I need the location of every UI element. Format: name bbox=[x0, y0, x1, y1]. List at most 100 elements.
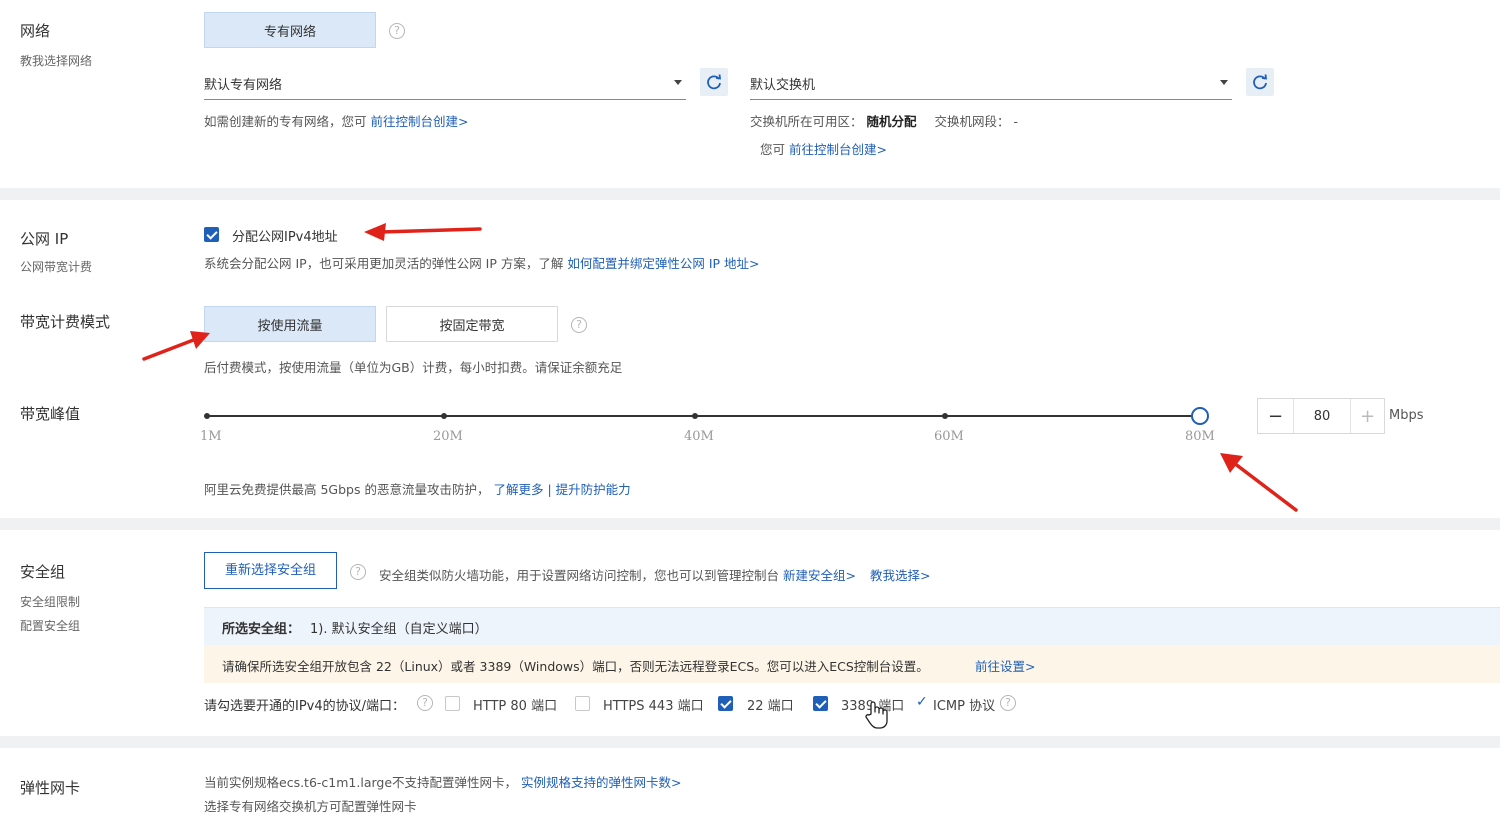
help-icon[interactable]: ? bbox=[350, 564, 366, 580]
slider-tick bbox=[692, 413, 698, 419]
decrement-button[interactable]: − bbox=[1258, 399, 1294, 433]
refresh-icon bbox=[707, 74, 722, 90]
tab-pay-by-traffic-label: 按使用流量 bbox=[257, 318, 323, 334]
port-22-checkbox[interactable] bbox=[718, 696, 733, 711]
port-3389-label[interactable]: 3389 端口 bbox=[841, 695, 904, 714]
port-3389-checkbox[interactable] bbox=[813, 696, 828, 711]
security-group-title: 安全组 bbox=[20, 563, 66, 581]
vpc-type-tab[interactable]: 专有网络 bbox=[204, 12, 376, 48]
eni-title: 弹性网卡 bbox=[20, 779, 81, 797]
billing-desc: 后付费模式，按使用流量（单位为GB）计费，每小时扣费。请保证余额充足 bbox=[204, 360, 623, 375]
help-icon[interactable]: ? bbox=[417, 695, 433, 711]
public-ip-desc: 系统会分配公网 IP，也可采用更加灵活的弹性公网 IP 方案，了解 如何配置并绑… bbox=[204, 253, 760, 272]
vswitch-hint-text: 您可 bbox=[760, 142, 786, 157]
vpc-refresh-button[interactable] bbox=[700, 68, 728, 96]
eip-guide-link[interactable]: 如何配置并绑定弹性公网 IP 地址> bbox=[567, 256, 759, 271]
icmp-label: ICMP 协议 bbox=[933, 699, 996, 714]
vpc-console-link[interactable]: 前往控制台创建> bbox=[371, 114, 469, 129]
ports-label: 请勾选要开通的IPv4的协议/端口： bbox=[204, 699, 406, 714]
vswitch-select-value: 默认交换机 bbox=[750, 78, 816, 93]
refresh-icon bbox=[1253, 74, 1268, 90]
assign-ipv4-label[interactable]: 分配公网IPv4地址 bbox=[232, 226, 338, 245]
help-icon[interactable]: ? bbox=[571, 317, 587, 333]
chevron-down-icon bbox=[1220, 80, 1228, 85]
eni-spec-link[interactable]: 实例规格支持的弹性网卡数> bbox=[521, 775, 681, 790]
public-ip-desc-text: 系统会分配公网 IP，也可采用更加灵活的弹性公网 IP 方案，了解 bbox=[204, 256, 564, 271]
vpc-select[interactable]: 默认专有网络 bbox=[204, 66, 686, 100]
security-group-sub2: 配置安全组 bbox=[20, 619, 81, 633]
http-80-label[interactable]: HTTP 80 端口 bbox=[473, 695, 557, 714]
vswitch-cidr-value: - bbox=[1013, 114, 1019, 129]
security-group-desc-text: 安全组类似防火墙功能，用于设置网络访问控制，您也可以到管理控制台 bbox=[379, 568, 780, 583]
create-security-group-link[interactable]: 新建安全组> bbox=[783, 568, 856, 583]
port-warning-text: 请确保所选安全组开放包含 22（Linux）或者 3389（Windows）端口… bbox=[222, 659, 929, 674]
http-80-checkbox[interactable] bbox=[445, 696, 460, 711]
security-group-guide-link[interactable]: 教我选择> bbox=[870, 568, 930, 583]
slider-track bbox=[207, 415, 1200, 417]
billing-title: 带宽计费模式 bbox=[20, 313, 111, 331]
slider-tick-label: 40M bbox=[684, 429, 714, 444]
security-group-section: 安全组 安全组限制 配置安全组 重新选择安全组 ? 安全组类似防火墙功能，用于设… bbox=[0, 530, 1500, 736]
increment-button[interactable]: + bbox=[1350, 399, 1384, 433]
network-title: 网络 bbox=[20, 22, 51, 40]
network-help-link[interactable]: 教我选择网络 bbox=[20, 52, 92, 69]
public-ip-subtitle: 公网带宽计费 bbox=[20, 260, 93, 274]
upgrade-protection-link[interactable]: 提升防护能力 bbox=[556, 482, 631, 497]
selected-security-group-value: 1). 默认安全组（自定义端口） bbox=[310, 622, 488, 637]
bandwidth-value-input[interactable]: 80 bbox=[1294, 399, 1350, 433]
security-group-sub1: 安全组限制 bbox=[20, 595, 81, 609]
https-443-label[interactable]: HTTPS 443 端口 bbox=[603, 695, 704, 714]
public-ip-section: 公网 IP 公网带宽计费 分配公网IPv4地址 系统会分配公网 IP，也可采用更… bbox=[0, 200, 1500, 518]
reselect-security-group-button[interactable]: 重新选择安全组 bbox=[204, 552, 337, 589]
selected-security-group-label: 所选安全组： bbox=[222, 622, 301, 637]
tab-pay-by-traffic[interactable]: 按使用流量 bbox=[204, 306, 376, 342]
assign-ipv4-checkbox[interactable] bbox=[204, 227, 219, 242]
vswitch-zone-info: 交换机所在可用区： 随机分配 交换机网段： - bbox=[750, 111, 1018, 130]
tab-pay-by-bandwidth-label: 按固定带宽 bbox=[439, 318, 505, 334]
tab-pay-by-bandwidth[interactable]: 按固定带宽 bbox=[386, 306, 558, 342]
help-icon[interactable]: ? bbox=[389, 23, 405, 39]
bandwidth-title: 带宽峰值 bbox=[20, 405, 81, 423]
vpc-type-tab-label: 专有网络 bbox=[263, 24, 316, 40]
slider-tick bbox=[204, 413, 210, 419]
ecs-console-settings-link[interactable]: 前往设置> bbox=[975, 656, 1035, 675]
vswitch-cidr-label: 交换机网段： bbox=[934, 114, 1010, 129]
selected-security-group-bar: 所选安全组： 1). 默认安全组（自定义端口） bbox=[204, 607, 1500, 645]
slider-tick bbox=[441, 413, 447, 419]
help-icon[interactable]: ? bbox=[1000, 695, 1016, 711]
eni-section: 弹性网卡 当前实例规格ecs.t6-c1m1.large不支持配置弹性网卡， 实… bbox=[0, 748, 1500, 829]
slider-tick-label: 60M bbox=[934, 429, 964, 444]
https-443-checkbox[interactable] bbox=[575, 696, 590, 711]
network-section: 网络 教我选择网络 专有网络 ? 默认专有网络 默认交换机 如需创建新的专有网络… bbox=[0, 0, 1500, 188]
vswitch-zone-label: 交换机所在可用区： bbox=[750, 114, 863, 129]
slider-tick-label: 80M bbox=[1185, 429, 1215, 444]
eni-line2: 选择专有网络交换机方可配置弹性网卡 bbox=[204, 799, 417, 814]
eni-line1-text: 当前实例规格ecs.t6-c1m1.large不支持配置弹性网卡， bbox=[204, 775, 518, 790]
learn-more-link[interactable]: 了解更多 bbox=[493, 482, 543, 497]
slider-tick-label: 1M bbox=[200, 429, 222, 444]
vswitch-console-link[interactable]: 前往控制台创建> bbox=[789, 142, 887, 157]
bandwidth-slider[interactable] bbox=[204, 406, 1209, 426]
port-warning-bar: 请确保所选安全组开放包含 22（Linux）或者 3389（Windows）端口… bbox=[204, 645, 1500, 683]
vpc-hint: 如需创建新的专有网络，您可 前往控制台创建> bbox=[204, 111, 468, 130]
vswitch-zone-value: 随机分配 bbox=[866, 114, 917, 129]
ddos-protect-text: 阿里云免费提供最高 5Gbps 的恶意流量攻击防护， bbox=[204, 482, 490, 497]
vpc-select-value: 默认专有网络 bbox=[204, 78, 283, 93]
ddos-protect-info: 阿里云免费提供最高 5Gbps 的恶意流量攻击防护， 了解更多 | 提升防护能力 bbox=[204, 479, 631, 498]
public-ip-title: 公网 IP bbox=[20, 230, 69, 248]
bandwidth-unit: Mbps bbox=[1389, 408, 1424, 423]
bandwidth-stepper: − 80 + bbox=[1257, 398, 1385, 434]
vpc-hint-text: 如需创建新的专有网络，您可 bbox=[204, 114, 367, 129]
chevron-down-icon bbox=[674, 80, 682, 85]
slider-handle[interactable] bbox=[1191, 407, 1209, 425]
vswitch-hint: 您可 前往控制台创建> bbox=[760, 139, 887, 158]
slider-tick bbox=[942, 413, 948, 419]
slider-tick-label: 20M bbox=[433, 429, 463, 444]
security-group-desc: 安全组类似防火墙功能，用于设置网络访问控制，您也可以到管理控制台 新建安全组> … bbox=[379, 565, 930, 584]
link-separator: | bbox=[547, 482, 552, 497]
icmp-check-icon: ✓ bbox=[916, 694, 928, 710]
port-22-label[interactable]: 22 端口 bbox=[747, 695, 794, 714]
eni-line1: 当前实例规格ecs.t6-c1m1.large不支持配置弹性网卡， 实例规格支持… bbox=[204, 772, 682, 791]
vswitch-refresh-button[interactable] bbox=[1246, 68, 1274, 96]
vswitch-select[interactable]: 默认交换机 bbox=[750, 66, 1232, 100]
